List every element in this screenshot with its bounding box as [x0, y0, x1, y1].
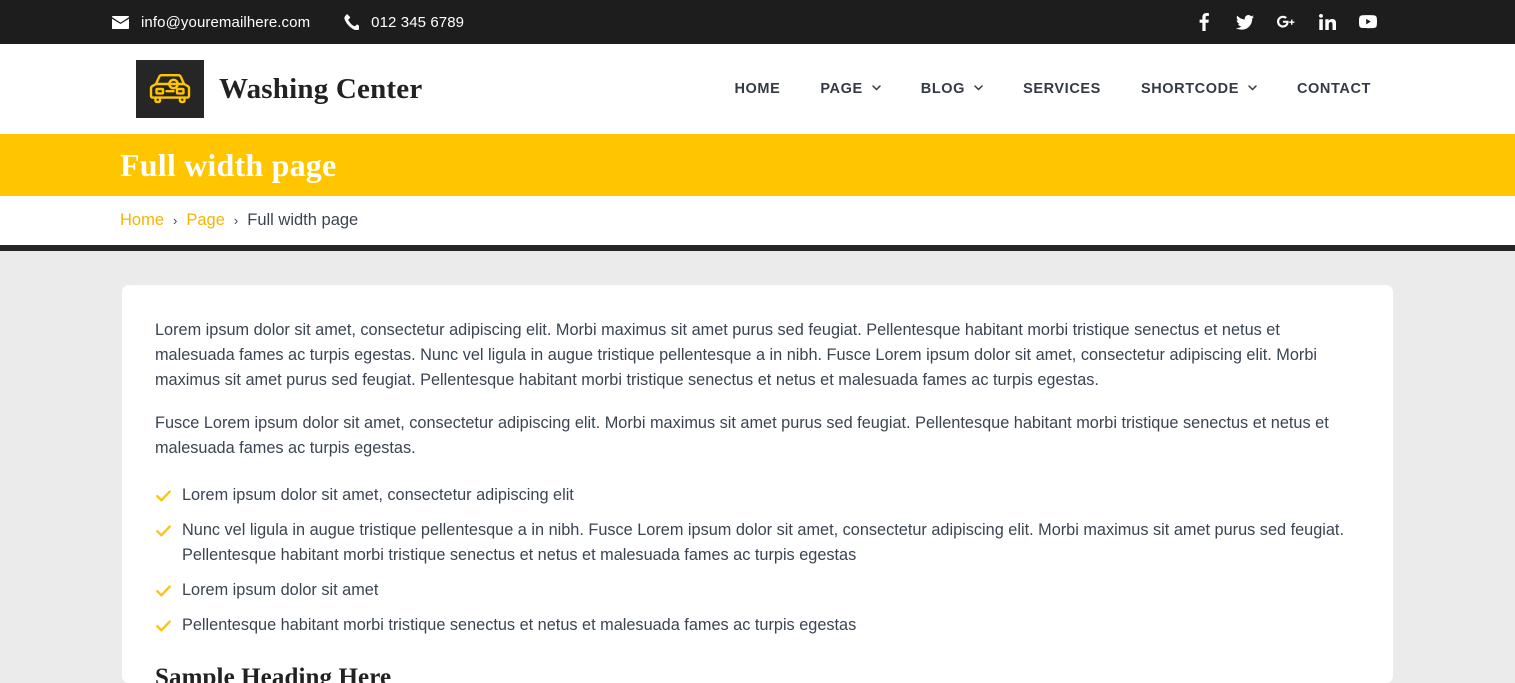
check-list: Lorem ipsum dolor sit amet, consectetur …: [155, 483, 1360, 638]
content-paragraph-1: Lorem ipsum dolor sit amet, consectetur …: [155, 321, 1318, 389]
breadcrumb-separator-icon: ›: [233, 213, 239, 228]
envelope-icon: [112, 14, 129, 31]
phone-text: 012 345 6789: [371, 13, 465, 31]
check-icon: [155, 518, 171, 543]
nav-label-services: SERVICES: [1023, 81, 1101, 97]
nav-item-contact[interactable]: CONTACT: [1277, 81, 1371, 97]
nav-item-page[interactable]: PAGE: [800, 81, 900, 97]
list-item: Lorem ipsum dolor sit amet: [155, 578, 1360, 603]
page-body: Lorem ipsum dolor sit amet, consectetur …: [0, 251, 1515, 683]
main-navigation: HOME PAGE BLOG SERVICES SHORTCODE CONTAC…: [714, 81, 1371, 97]
content-sub-heading: Sample Heading Here: [155, 664, 392, 683]
nav-label-page: PAGE: [820, 81, 863, 97]
youtube-icon[interactable]: [1359, 13, 1377, 31]
brand-logo[interactable]: Washing Center: [136, 60, 422, 118]
breadcrumb-separator-icon: ›: [173, 213, 178, 228]
twitter-icon[interactable]: [1236, 13, 1254, 31]
phone-contact[interactable]: 012 345 6789: [342, 14, 464, 31]
nav-item-shortcode[interactable]: SHORTCODE: [1121, 81, 1277, 97]
list-item-text: Nunc vel ligula in augue tristique pelle…: [182, 521, 1344, 564]
email-contact[interactable]: info@youremailhere.com: [112, 14, 310, 31]
breadcrumb-bar: Home › Page › Full width page: [0, 196, 1515, 245]
chevron-down-icon: [1248, 84, 1257, 94]
nav-item-home[interactable]: HOME: [714, 81, 800, 97]
car-icon: [136, 60, 204, 118]
nav-label-shortcode: SHORTCODE: [1140, 81, 1239, 97]
site-header: Washing Center HOME PAGE BLOG SERVICES S…: [0, 44, 1515, 134]
nav-item-services[interactable]: SERVICES: [1003, 81, 1121, 97]
list-item-text: Lorem ipsum dolor sit amet: [182, 581, 379, 599]
content-paragraph-2: Fusce Lorem ipsum dolor sit amet, consec…: [155, 414, 1329, 457]
phone-icon: [342, 14, 359, 31]
email-text: info@youremailhere.com: [141, 13, 311, 31]
check-icon: [155, 578, 171, 603]
nav-label-contact: CONTACT: [1296, 81, 1371, 97]
content-card: Lorem ipsum dolor sit amet, consectetur …: [122, 285, 1393, 683]
brand-name: Washing Center: [219, 72, 423, 105]
nav-label-blog: BLOG: [920, 81, 966, 97]
nav-item-blog[interactable]: BLOG: [901, 81, 1003, 97]
list-item: Pellentesque habitant morbi tristique se…: [155, 613, 1360, 638]
breadcrumb-page[interactable]: Page: [186, 211, 225, 230]
list-item-text: Pellentesque habitant morbi tristique se…: [182, 616, 857, 634]
breadcrumb: Home › Page › Full width page: [120, 211, 358, 230]
breadcrumb-current: Full width page: [247, 211, 359, 229]
page-title: Full width page: [120, 146, 337, 183]
page-title-banner: Full width page: [0, 134, 1515, 196]
facebook-icon[interactable]: [1195, 13, 1213, 31]
check-icon: [155, 483, 171, 508]
list-item: Nunc vel ligula in augue tristique pelle…: [155, 518, 1360, 568]
linkedin-icon[interactable]: [1318, 13, 1336, 31]
list-item-text: Lorem ipsum dolor sit amet, consectetur …: [182, 486, 574, 504]
nav-label-home: HOME: [734, 81, 781, 97]
social-links: [1195, 13, 1377, 31]
top-contact-bar: info@youremailhere.com 012 345 6789: [0, 0, 1515, 44]
list-item: Lorem ipsum dolor sit amet, consectetur …: [155, 483, 1360, 508]
chevron-down-icon: [872, 84, 881, 94]
breadcrumb-home[interactable]: Home: [120, 211, 164, 230]
chevron-down-icon: [974, 84, 983, 94]
check-icon: [155, 613, 171, 638]
google-plus-icon[interactable]: [1277, 13, 1295, 31]
top-contact-info: info@youremailhere.com 012 345 6789: [112, 14, 1195, 31]
